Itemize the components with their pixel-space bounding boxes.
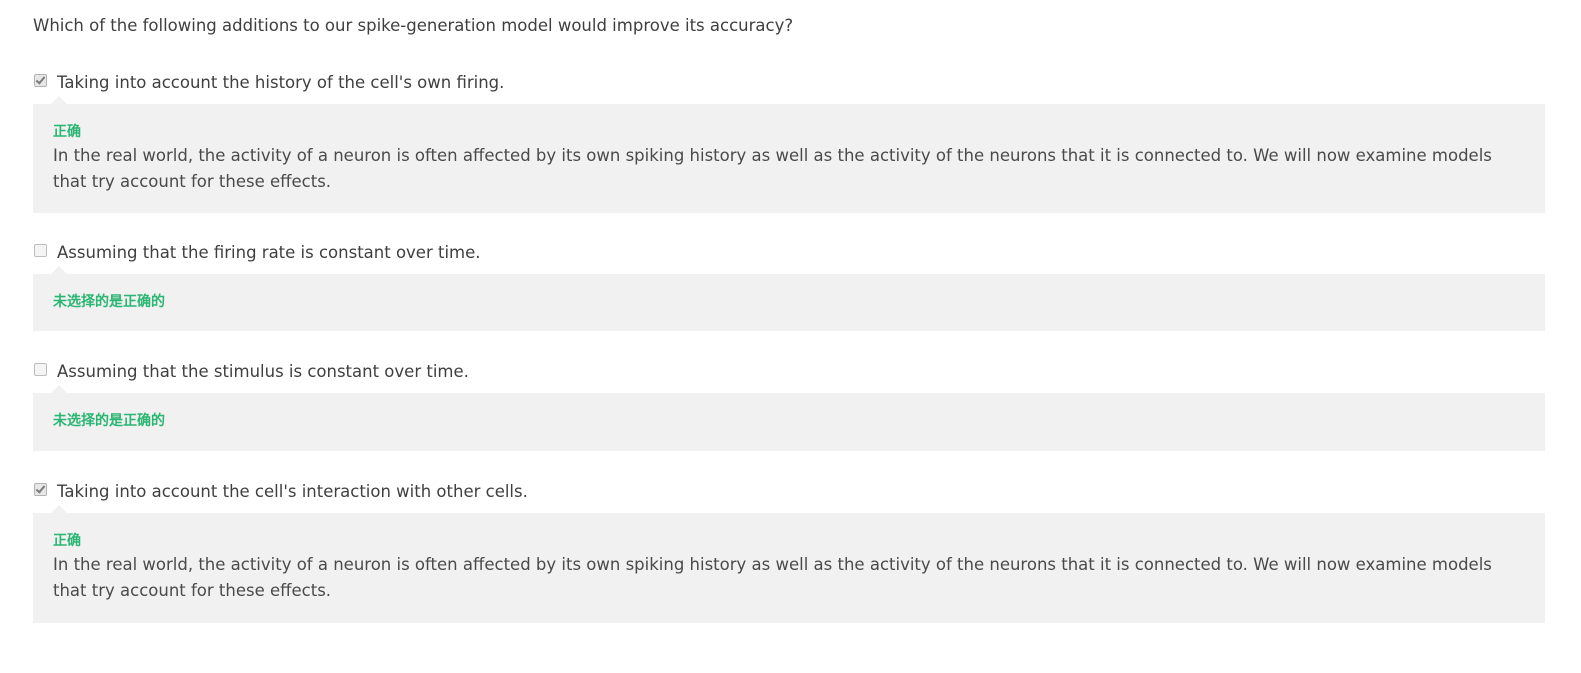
feedback-status: 正确: [53, 124, 81, 140]
answer-option: Assuming that the firing rate is constan…: [33, 242, 1545, 331]
checkbox-checked[interactable]: [34, 483, 47, 496]
option-row[interactable]: Taking into account the cell's interacti…: [33, 481, 1545, 505]
option-row[interactable]: Assuming that the firing rate is constan…: [33, 242, 1545, 266]
checkmark-icon: [35, 483, 46, 494]
answer-option: Taking into account the cell's interacti…: [33, 481, 1545, 623]
option-row[interactable]: Assuming that the stimulus is constant o…: [33, 361, 1545, 385]
checkmark-icon: [35, 74, 46, 85]
question-text: Which of the following additions to our …: [33, 16, 794, 35]
feedback-explanation: In the real world, the activity of a neu…: [53, 555, 1492, 600]
feedback-status: 未选择的是正确的: [53, 294, 165, 310]
quiz-question-block: Which of the following additions to our …: [0, 0, 1581, 673]
feedback-status: 正确: [53, 533, 81, 549]
answer-option: Assuming that the stimulus is constant o…: [33, 361, 1545, 451]
option-label[interactable]: Assuming that the stimulus is constant o…: [57, 361, 469, 383]
option-label[interactable]: Taking into account the history of the c…: [57, 72, 504, 94]
answer-option: Taking into account the history of the c…: [33, 72, 1545, 213]
option-label[interactable]: Taking into account the cell's interacti…: [57, 481, 528, 503]
feedback-panel: 未选择的是正确的: [33, 385, 1545, 451]
checkbox-unchecked[interactable]: [34, 244, 47, 257]
feedback-status: 未选择的是正确的: [53, 413, 165, 429]
feedback-panel: 未选择的是正确的: [33, 266, 1545, 331]
checkbox-checked[interactable]: [34, 74, 47, 87]
checkbox-unchecked[interactable]: [34, 363, 47, 376]
feedback-panel: 正确 In the real world, the activity of a …: [33, 505, 1545, 623]
option-row[interactable]: Taking into account the history of the c…: [33, 72, 1545, 96]
feedback-explanation: In the real world, the activity of a neu…: [53, 146, 1492, 191]
option-label[interactable]: Assuming that the firing rate is constan…: [57, 242, 481, 264]
feedback-panel: 正确 In the real world, the activity of a …: [33, 96, 1545, 213]
